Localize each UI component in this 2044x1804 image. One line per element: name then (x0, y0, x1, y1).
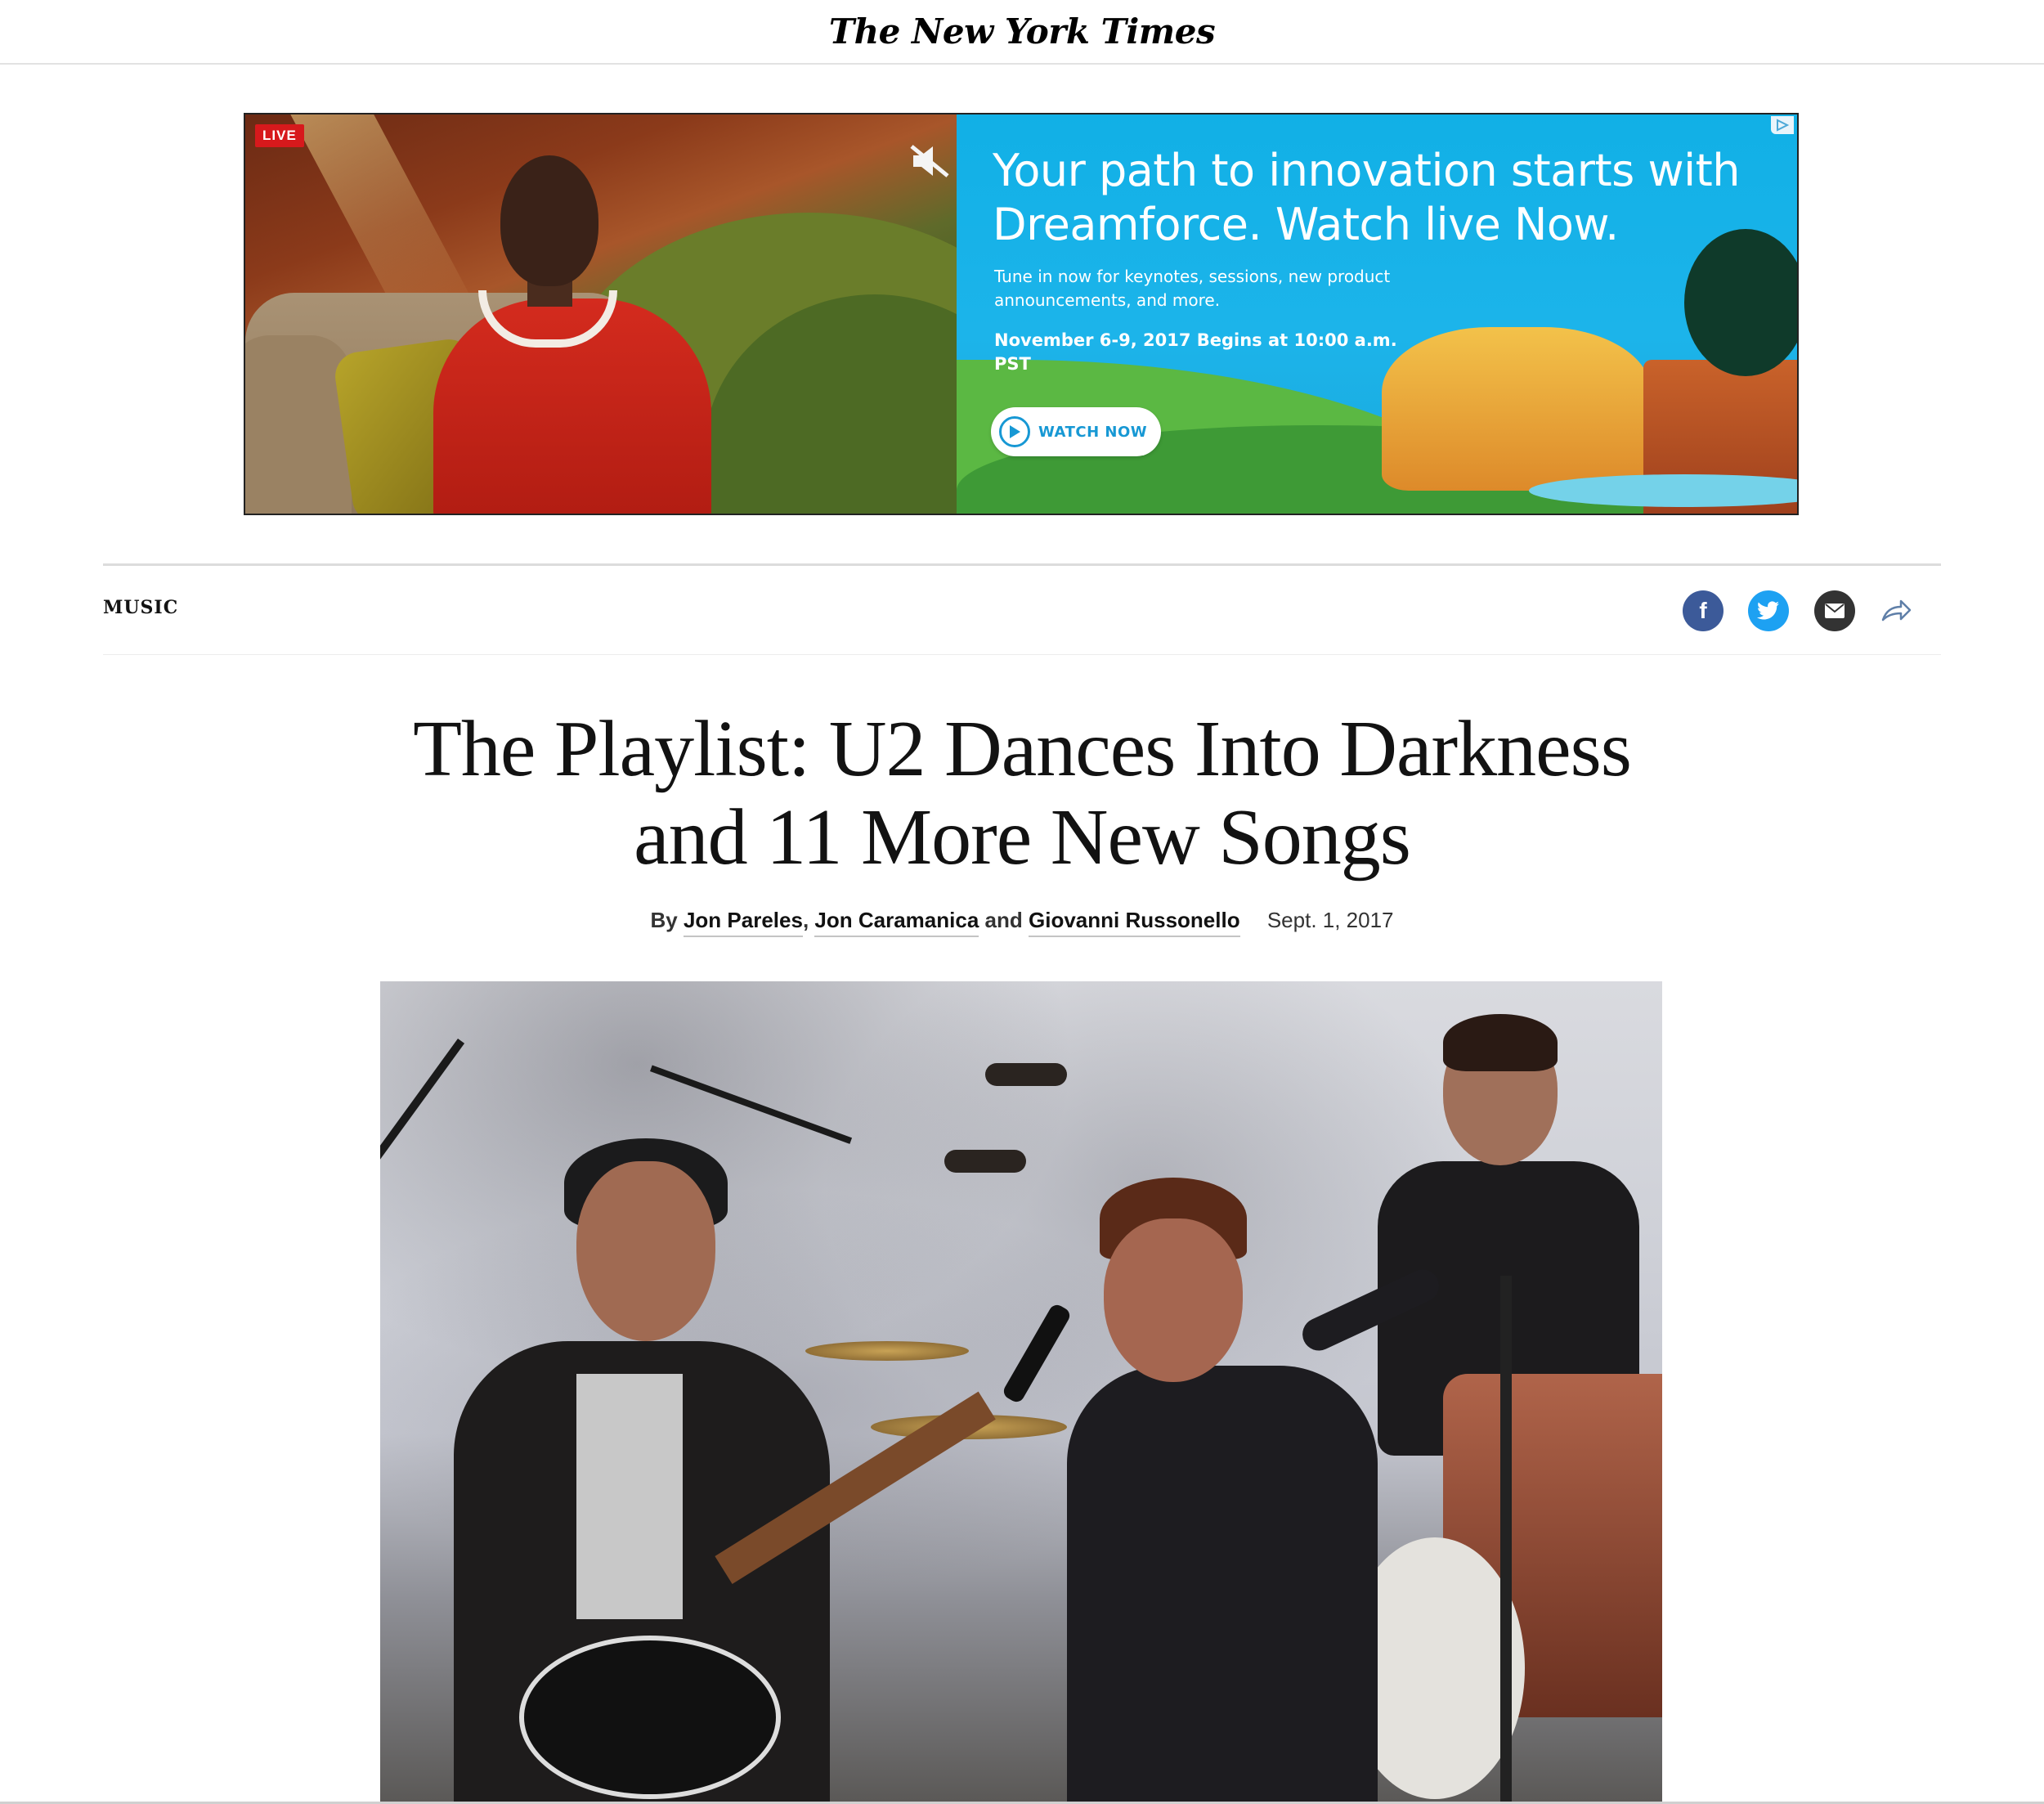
byline: By Jon Pareles, Jon Caramanica and Giova… (245, 908, 1799, 937)
mute-icon[interactable] (908, 141, 953, 182)
guitarist-head (576, 1161, 715, 1341)
ad-headline: Your path to innovation starts with Drea… (993, 145, 1741, 250)
author-link[interactable]: Jon Caramanica (814, 908, 979, 937)
ad-video-player[interactable]: LIVE (245, 114, 957, 514)
masthead: The New York Times (0, 0, 2044, 65)
microphone (944, 1150, 1026, 1173)
nyt-logo[interactable]: The New York Times (829, 11, 1216, 52)
play-icon (999, 416, 1030, 447)
guitarist-shirt (576, 1374, 683, 1619)
section-label[interactable]: MUSIC (103, 597, 178, 618)
author-link[interactable]: Jon Pareles (683, 908, 803, 937)
cymbal (805, 1341, 969, 1361)
singer (1067, 1366, 1378, 1804)
ad-dates: November 6-9, 2017 Begins at 10:00 a.m. … (994, 330, 1397, 374)
watch-now-button[interactable]: WATCH NOW (991, 407, 1161, 456)
publish-date: Sept. 1, 2017 (1266, 908, 1394, 932)
drummer-hair (1443, 1014, 1558, 1071)
ad-illustration-mesa (1382, 327, 1652, 491)
singer-head (1104, 1218, 1243, 1382)
adchoices-icon[interactable] (1771, 116, 1794, 134)
ad-banner[interactable]: LIVE Your path to innovation starts with… (244, 113, 1799, 515)
watch-now-label: WATCH NOW (1038, 423, 1148, 441)
section-bar: MUSIC f (103, 563, 1941, 655)
article-headline: The Playlist: U2 Dances Into Darkness an… (245, 705, 1799, 882)
lead-photo (380, 981, 1662, 1804)
twitter-icon[interactable] (1748, 590, 1789, 631)
ad-panel[interactable]: Your path to innovation starts with Drea… (957, 114, 1797, 514)
ad-subtext: Tune in now for keynotes, sessions, new … (994, 267, 1391, 310)
headline-line: The Playlist: U2 Dances Into Darkness (413, 705, 1632, 793)
author-link[interactable]: Giovanni Russonello (1029, 908, 1240, 937)
byline-separator: and (984, 908, 1023, 932)
byline-separator: , (802, 908, 809, 932)
share-icon[interactable] (1876, 590, 1916, 631)
live-badge: LIVE (255, 124, 304, 147)
byline-by: By (650, 908, 678, 932)
facebook-icon[interactable]: f (1683, 590, 1724, 631)
mic-stand (1500, 1276, 1512, 1804)
guitar (519, 1636, 781, 1799)
email-icon[interactable] (1814, 590, 1855, 631)
headline-line: and 11 More New Songs (634, 793, 1411, 882)
microphone (985, 1063, 1067, 1086)
presenter-head (500, 155, 598, 286)
sofa-arm (245, 335, 352, 514)
